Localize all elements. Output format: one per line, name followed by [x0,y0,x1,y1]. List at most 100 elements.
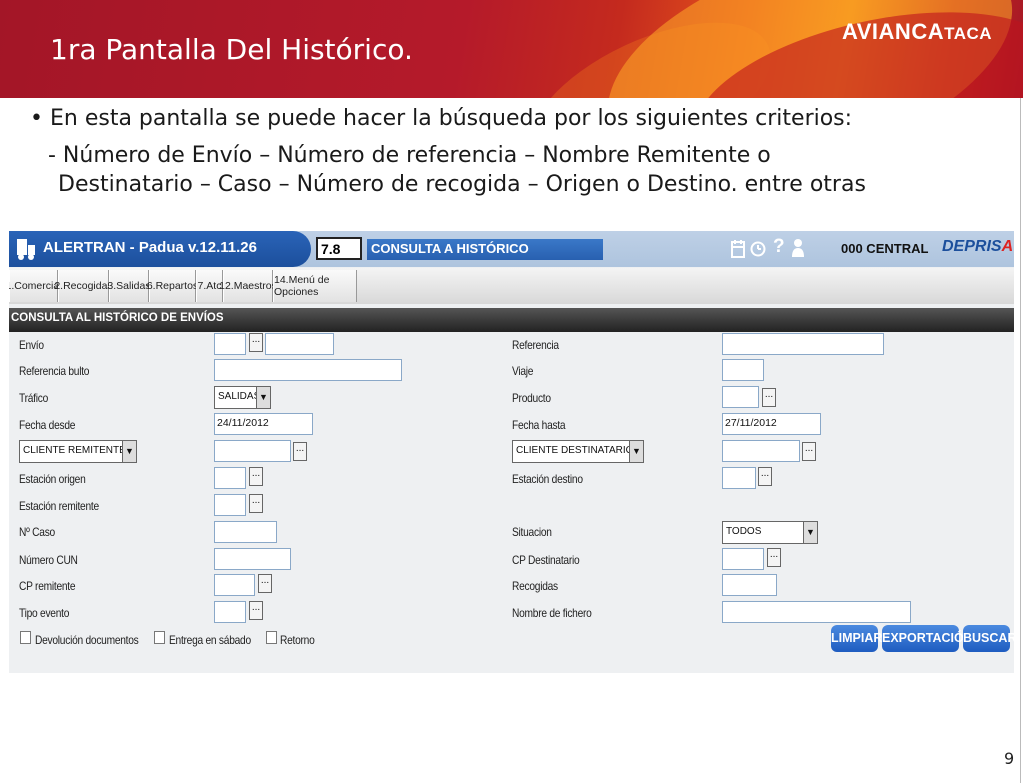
logo-text-small: TACA [944,24,993,43]
screen-title: CONSULTA A HISTÓRICO [367,239,603,260]
recogidas-input[interactable] [722,574,777,596]
app-screenshot: ALERTRAN - Padua v.12.11.26 7.8 CONSULTA… [9,231,1014,673]
chevron-down-icon: ▼ [256,387,270,408]
cliente-remitente-input[interactable] [214,440,291,462]
label-viaje: Viaje [512,364,534,378]
label-devolucion-documentos: Devolución documentos [35,633,139,647]
deprisa-logo: DEPRISA [942,238,1013,256]
bullet-text: En esta pantalla se puede hacer la búsqu… [49,106,853,131]
referencia-bulto-input[interactable] [214,359,402,381]
tipo-evento-lookup-button[interactable]: ... [249,601,263,620]
calendar-icon[interactable] [731,239,745,259]
bullet-point: • En esta pantalla se puede hacer la bús… [30,106,853,131]
numero-cun-input[interactable] [214,548,291,570]
label-envio: Envío [19,338,44,352]
menu-tabs: 1.Comercial 2.Recogidas 3.Salidas 6.Repa… [9,268,1014,304]
estacion-origen-input[interactable] [214,467,246,489]
tab-menu-opciones[interactable]: 14.Menú de Opciones [273,270,357,302]
avianca-taca-logo: AVIANCATACA [842,19,992,45]
producto-input[interactable] [722,386,759,408]
label-situacion: Situacion [512,525,552,539]
cliente-destinatario-input[interactable] [722,440,800,462]
devolucion-documentos-checkbox[interactable] [20,631,31,644]
producto-lookup-button[interactable]: ... [762,388,776,407]
slide-title: 1ra Pantalla Del Histórico. [50,33,413,66]
tab-salidas[interactable]: 3.Salidas [107,270,151,302]
criteria-list: - Número de Envío – Número de referencia… [48,141,1008,199]
divider [1020,98,1021,783]
entrega-sabado-checkbox[interactable] [154,631,165,644]
envio-number-input[interactable] [265,333,334,355]
label-numero-caso: Nº Caso [19,525,55,539]
label-cp-remitente: CP remitente [19,579,76,593]
logo-text-big: AVIANCA [842,19,945,44]
envio-lookup-button[interactable]: ... [249,333,263,352]
slide: 1ra Pantalla Del Histórico. AVIANCATACA … [0,0,1023,783]
situacion-select[interactable]: TODOS ▼ [722,521,818,544]
label-estacion-origen: Estación origen [19,472,86,486]
chevron-down-icon: ▼ [629,441,643,462]
cliente-destinatario-lookup-button[interactable]: ... [802,442,816,461]
user-icon[interactable] [791,238,805,258]
buscar-button[interactable]: BUSCAR [963,625,1014,652]
app-title-bar: ALERTRAN - Padua v.12.11.26 [9,231,311,267]
estacion-destino-input[interactable] [722,467,756,489]
cp-remitente-lookup-button[interactable]: ... [258,574,272,593]
estacion-origen-lookup-button[interactable]: ... [249,467,263,486]
fecha-desde-input[interactable]: 24/11/2012 [214,413,313,435]
label-recogidas: Recogidas [512,579,558,593]
estacion-remitente-input[interactable] [214,494,246,516]
label-cp-destinatario: CP Destinatario [512,553,580,567]
cliente-destinatario-value: CLIENTE DESTINATARIO [516,445,634,456]
cp-remitente-input[interactable] [214,574,255,596]
retorno-checkbox[interactable] [266,631,277,644]
limpiar-button[interactable]: LIMPIAR [831,625,882,652]
tab-repartos[interactable]: 6.Repartos [147,270,198,302]
situacion-value: TODOS [726,526,762,537]
app-name: ALERTRAN - Padua v.12.11.26 [43,239,257,256]
deprisa-text: DEPRIS [942,238,1002,255]
truck-icon [17,239,35,260]
label-tipo-evento: Tipo evento [19,606,70,620]
estacion-remitente-lookup-button[interactable]: ... [249,494,263,513]
label-fecha-desde: Fecha desde [19,418,76,432]
label-producto: Producto [512,391,551,405]
help-icon[interactable]: ? [773,236,785,258]
criteria-line-2: Destinatario – Caso – Número de recogida… [58,172,866,197]
cliente-remitente-value: CLIENTE REMITENTE [23,445,126,456]
tab-comercial[interactable]: 1.Comercial [9,270,62,302]
cliente-destinatario-select[interactable]: CLIENTE DESTINATARIO ▼ [512,440,644,463]
viaje-input[interactable] [722,359,764,381]
label-nombre-fichero: Nombre de fichero [512,606,592,620]
label-fecha-hasta: Fecha hasta [512,418,566,432]
criteria-line-1: - Número de Envío – Número de referencia… [48,143,771,168]
cliente-remitente-lookup-button[interactable]: ... [293,442,307,461]
label-estacion-destino: Estación destino [512,472,583,486]
cp-destinatario-input[interactable] [722,548,764,570]
label-trafico: Tráfico [19,391,49,405]
label-estacion-remitente: Estación remitente [19,499,99,513]
section-title: CONSULTA AL HISTÓRICO DE ENVÍOS [11,312,224,324]
fecha-hasta-input[interactable]: 27/11/2012 [722,413,821,435]
slide-header: 1ra Pantalla Del Histórico. AVIANCATACA [0,0,1023,98]
chevron-down-icon: ▼ [122,441,136,462]
label-retorno: Retorno [280,633,315,647]
cp-destinatario-lookup-button[interactable]: ... [767,548,781,567]
cliente-remitente-select[interactable]: CLIENTE REMITENTE ▼ [19,440,137,463]
screen-code-input[interactable]: 7.8 [316,237,362,260]
envio-input[interactable] [214,333,246,355]
tab-recogidas[interactable]: 2.Recogidas [54,270,113,302]
referencia-input[interactable] [722,333,884,355]
tab-maestros[interactable]: 12.Maestros [219,270,277,302]
trafico-value: SALIDAS [218,391,261,402]
trafico-select[interactable]: SALIDAS ▼ [214,386,271,409]
label-referencia-bulto: Referencia bulto [19,364,90,378]
label-referencia: Referencia [512,338,559,352]
estacion-destino-lookup-button[interactable]: ... [758,467,772,486]
clock-icon[interactable] [750,240,766,258]
page-number: 9 [1004,749,1015,768]
numero-caso-input[interactable] [214,521,277,543]
nombre-fichero-input[interactable] [722,601,911,623]
exportacion-button[interactable]: EXPORTACIÓN [882,625,973,652]
tipo-evento-input[interactable] [214,601,246,623]
